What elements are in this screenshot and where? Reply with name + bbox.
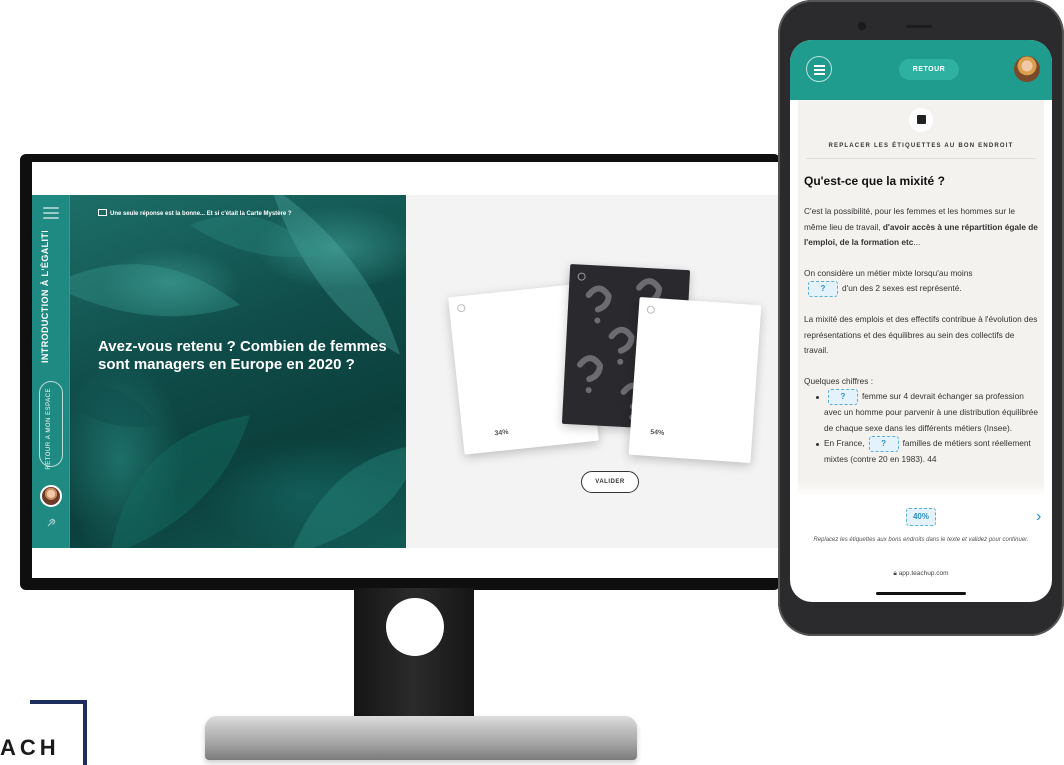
activity-title: Qu'est-ce que la mixité ? — [804, 174, 945, 188]
draggable-tag[interactable]: 40% — [906, 508, 936, 526]
paragraph: C'est la possibilité, pour les femmes et… — [804, 206, 1038, 247]
answer-label: 34% — [494, 428, 509, 438]
paragraph: On considère un métier mixte lorsqu'au m… — [804, 266, 1040, 297]
list-item: ? femme sur 4 devrait échanger sa profess… — [816, 389, 1040, 436]
front-camera — [858, 22, 866, 30]
activity-text: C'est la possibilité, pour les femmes et… — [804, 204, 1040, 468]
back-button[interactable]: RETOUR — [899, 59, 959, 80]
monitor-base — [205, 716, 637, 760]
smartphone: RETOUR REPLACER LES ÉTIQUETTES AU BON EN… — [778, 0, 1064, 636]
answer-card-54[interactable]: 54% — [628, 296, 762, 464]
chevron-right-icon[interactable]: › — [1036, 508, 1048, 526]
mobile-header: RETOUR — [790, 40, 1052, 100]
figures-list: ? femme sur 4 devrait échanger sa profess… — [804, 389, 1040, 468]
link-icon[interactable] — [45, 517, 57, 529]
return-to-space-label: RETOUR À MON ESPACE — [46, 388, 52, 470]
course-title: INTRODUCTION À L'ÉGALITÉ ... — [40, 231, 50, 363]
question-panel: Une seule réponse est la bonne... Et si … — [70, 195, 406, 548]
activity-content: REPLACER LES ÉTIQUETTES AU BON ENDROIT Q… — [798, 100, 1044, 494]
monitor-screen: INTRODUCTION À L'ÉGALITÉ ... RETOUR À MO… — [32, 162, 778, 578]
screen-bottom-bar — [32, 548, 778, 578]
instruction-text: Replacez les étiquettes aux bons endroit… — [813, 537, 1029, 543]
avatar[interactable] — [1014, 56, 1040, 82]
answer-panel: 34% 54% VALIDER — [406, 195, 778, 548]
phone-speaker — [906, 25, 932, 28]
url-text: app.teachup.com — [898, 570, 949, 577]
tag-tray: 40% › Replacez les étiquettes aux bons e… — [790, 494, 1052, 570]
radio-icon — [456, 303, 466, 313]
figures-heading: Quelques chiffres : — [804, 375, 874, 386]
desktop-monitor: INTRODUCTION À L'ÉGALITÉ ... RETOUR À MO… — [20, 154, 780, 590]
list-item: En France,? familles de métiers sont réel… — [816, 436, 1040, 468]
cards-icon — [98, 209, 107, 216]
menu-icon[interactable] — [806, 56, 832, 82]
mystery-card-hint: Une seule réponse est la bonne... Et si … — [98, 209, 292, 217]
divider — [806, 158, 1036, 159]
return-to-space-button[interactable]: RETOUR À MON ESPACE — [39, 381, 63, 470]
phone-screen: RETOUR REPLACER LES ÉTIQUETTES AU BON EN… — [790, 40, 1052, 602]
brand-logo-text: ACH — [0, 735, 60, 760]
tag-icon — [909, 108, 933, 132]
radio-icon — [646, 305, 656, 315]
avatar[interactable] — [40, 485, 62, 507]
drop-zone[interactable]: ? — [828, 389, 858, 405]
drop-zone[interactable]: ? — [868, 436, 899, 452]
answer-label: 54% — [649, 429, 665, 437]
stand-cable-hole — [386, 598, 444, 656]
hint-text: Une seule réponse est la bonne... Et si … — [110, 211, 292, 217]
paragraph: La mixité des emplois et des effectifs c… — [804, 314, 1038, 355]
quiz-question: Avez-vous retenu ? Combien de femmes son… — [98, 338, 387, 373]
url-bar[interactable]: 🔒︎ app.teachup.com — [790, 570, 1052, 578]
drop-zone[interactable]: ? — [808, 281, 838, 297]
course-sidebar: INTRODUCTION À L'ÉGALITÉ ... RETOUR À MO… — [32, 195, 70, 548]
menu-icon[interactable] — [43, 207, 59, 219]
home-indicator[interactable] — [876, 592, 966, 595]
activity-type: REPLACER LES ÉTIQUETTES AU BON ENDROIT — [828, 143, 1014, 149]
validate-button[interactable]: VALIDER — [581, 471, 639, 493]
screen-top-bar — [32, 162, 778, 195]
